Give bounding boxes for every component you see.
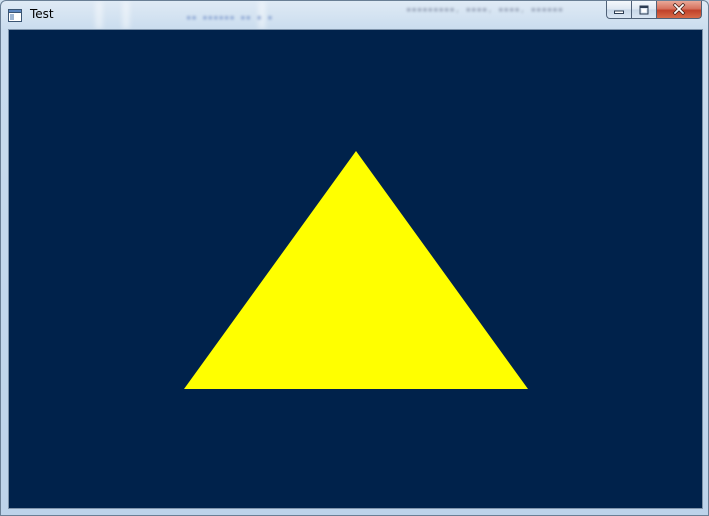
- window-title: Test: [30, 7, 54, 21]
- maximize-button[interactable]: [632, 1, 657, 19]
- title-bar[interactable]: Test: [1, 1, 708, 29]
- close-button[interactable]: [657, 1, 702, 19]
- render-viewport[interactable]: [8, 29, 703, 509]
- close-icon: [672, 1, 686, 19]
- minimize-icon: [613, 1, 625, 19]
- maximize-icon: [638, 1, 650, 19]
- scene-canvas: [9, 30, 702, 508]
- application-window-icon[interactable]: [8, 7, 22, 22]
- app-window: ▪▪ ▪▪▪▪▪▪ ▪▪ ▪ ▪ ▪▪▪▪▪▪▪▪▪, ▪▪▪▪, ▪▪▪▪, …: [0, 0, 709, 516]
- caption-buttons: [606, 1, 702, 20]
- minimize-button[interactable]: [606, 1, 632, 19]
